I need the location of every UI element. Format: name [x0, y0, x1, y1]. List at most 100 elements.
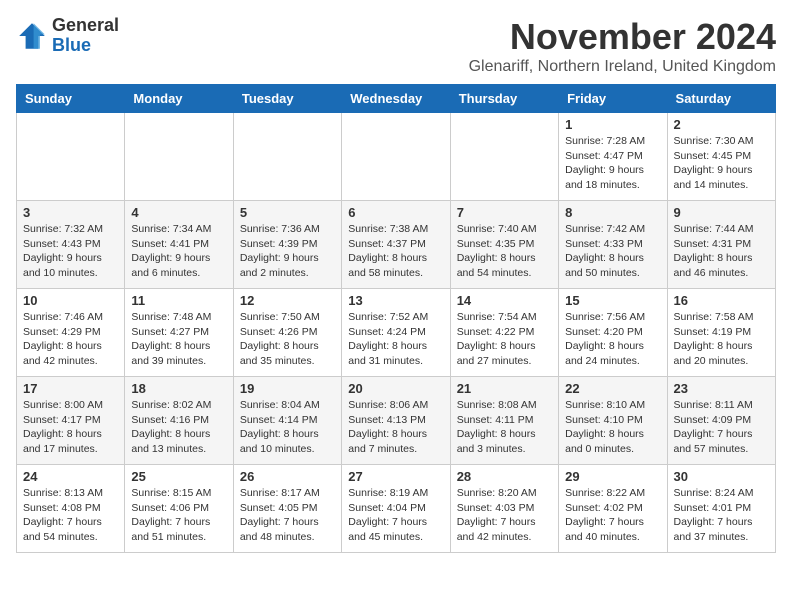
month-title: November 2024 [469, 16, 776, 58]
calendar-cell: 13Sunrise: 7:52 AM Sunset: 4:24 PM Dayli… [342, 289, 450, 377]
day-number: 14 [457, 293, 552, 308]
day-detail: Sunrise: 8:02 AM Sunset: 4:16 PM Dayligh… [131, 398, 226, 457]
day-detail: Sunrise: 8:20 AM Sunset: 4:03 PM Dayligh… [457, 486, 552, 545]
calendar-week-2: 3 Sunrise: 7:32 AM Sunset: 4:43 PM Daylig… [17, 201, 776, 289]
logo-blue: Blue [52, 35, 91, 55]
day-number: 19 [240, 381, 335, 396]
header-monday: Monday [125, 85, 233, 113]
day-number: 24 [23, 469, 118, 484]
day-detail: Sunrise: 8:00 AM Sunset: 4:17 PM Dayligh… [23, 398, 118, 457]
day-number: 26 [240, 469, 335, 484]
day-detail: Sunrise: 7:28 AM Sunset: 4:47 PM Dayligh… [565, 134, 660, 193]
day-detail: Sunrise: 8:11 AM Sunset: 4:09 PM Dayligh… [674, 398, 769, 457]
header-wednesday: Wednesday [342, 85, 450, 113]
day-number: 18 [131, 381, 226, 396]
calendar-cell: 15 Sunrise: 7:56 AM Sunset: 4:20 PM Dayli… [559, 289, 667, 377]
day-number: 17 [23, 381, 118, 396]
calendar-cell: 18 Sunrise: 8:02 AM Sunset: 4:16 PM Dayli… [125, 377, 233, 465]
calendar-cell: 23 Sunrise: 8:11 AM Sunset: 4:09 PM Dayli… [667, 377, 775, 465]
calendar-cell: 5 Sunrise: 7:36 AM Sunset: 4:39 PM Daylig… [233, 201, 341, 289]
logo: General Blue [16, 16, 119, 56]
day-number: 2 [674, 117, 769, 132]
calendar-cell: 24 Sunrise: 8:13 AM Sunset: 4:08 PM Dayli… [17, 465, 125, 553]
day-number: 16 [674, 293, 769, 308]
header-thursday: Thursday [450, 85, 558, 113]
calendar-cell [450, 113, 558, 201]
calendar-cell: 9Sunrise: 7:44 AM Sunset: 4:31 PM Daylig… [667, 201, 775, 289]
calendar-cell: 27 Sunrise: 8:19 AM Sunset: 4:04 PM Dayli… [342, 465, 450, 553]
day-number: 12 [240, 293, 335, 308]
calendar-cell: 17 Sunrise: 8:00 AM Sunset: 4:17 PM Dayli… [17, 377, 125, 465]
calendar-cell: 22 Sunrise: 8:10 AM Sunset: 4:10 PM Dayli… [559, 377, 667, 465]
calendar-week-4: 17 Sunrise: 8:00 AM Sunset: 4:17 PM Dayli… [17, 377, 776, 465]
day-number: 30 [674, 469, 769, 484]
day-number: 11 [131, 293, 226, 308]
day-detail: Sunrise: 8:22 AM Sunset: 4:02 PM Dayligh… [565, 486, 660, 545]
calendar-cell: 28 Sunrise: 8:20 AM Sunset: 4:03 PM Dayli… [450, 465, 558, 553]
day-detail: Sunrise: 8:13 AM Sunset: 4:08 PM Dayligh… [23, 486, 118, 545]
day-detail: Sunrise: 7:34 AM Sunset: 4:41 PM Dayligh… [131, 222, 226, 281]
day-number: 8 [565, 205, 660, 220]
header-tuesday: Tuesday [233, 85, 341, 113]
calendar-cell: 29 Sunrise: 8:22 AM Sunset: 4:02 PM Dayli… [559, 465, 667, 553]
day-number: 7 [457, 205, 552, 220]
day-detail: Sunrise: 7:46 AM Sunset: 4:29 PM Dayligh… [23, 310, 118, 369]
calendar-cell: 3 Sunrise: 7:32 AM Sunset: 4:43 PM Daylig… [17, 201, 125, 289]
day-detail: Sunrise: 8:10 AM Sunset: 4:10 PM Dayligh… [565, 398, 660, 457]
day-detail: Sunrise: 8:24 AM Sunset: 4:01 PM Dayligh… [674, 486, 769, 545]
header-saturday: Saturday [667, 85, 775, 113]
day-number: 4 [131, 205, 226, 220]
day-detail: Sunrise: 7:40 AM Sunset: 4:35 PM Dayligh… [457, 222, 552, 281]
day-detail: Sunrise: 7:38 AM Sunset: 4:37 PM Dayligh… [348, 222, 443, 281]
day-detail: Sunrise: 7:48 AM Sunset: 4:27 PM Dayligh… [131, 310, 226, 369]
day-number: 3 [23, 205, 118, 220]
day-detail: Sunrise: 7:54 AM Sunset: 4:22 PM Dayligh… [457, 310, 552, 369]
calendar-cell: 14 Sunrise: 7:54 AM Sunset: 4:22 PM Dayli… [450, 289, 558, 377]
calendar-cell: 8 Sunrise: 7:42 AM Sunset: 4:33 PM Daylig… [559, 201, 667, 289]
day-detail: Sunrise: 7:36 AM Sunset: 4:39 PM Dayligh… [240, 222, 335, 281]
calendar-cell: 21Sunrise: 8:08 AM Sunset: 4:11 PM Dayli… [450, 377, 558, 465]
calendar-cell: 11 Sunrise: 7:48 AM Sunset: 4:27 PM Dayli… [125, 289, 233, 377]
day-number: 1 [565, 117, 660, 132]
calendar-cell: 10 Sunrise: 7:46 AM Sunset: 4:29 PM Dayli… [17, 289, 125, 377]
calendar-cell [233, 113, 341, 201]
day-number: 13 [348, 293, 443, 308]
calendar-cell: 20 Sunrise: 8:06 AM Sunset: 4:13 PM Dayli… [342, 377, 450, 465]
day-number: 5 [240, 205, 335, 220]
calendar-table: SundayMondayTuesdayWednesdayThursdayFrid… [16, 84, 776, 553]
day-number: 23 [674, 381, 769, 396]
day-number: 20 [348, 381, 443, 396]
day-number: 27 [348, 469, 443, 484]
page-header: General Blue November 2024 Glenariff, No… [16, 16, 776, 76]
location-subtitle: Glenariff, Northern Ireland, United King… [469, 58, 776, 76]
day-detail: Sunrise: 8:17 AM Sunset: 4:05 PM Dayligh… [240, 486, 335, 545]
day-detail: Sunrise: 8:19 AM Sunset: 4:04 PM Dayligh… [348, 486, 443, 545]
day-number: 28 [457, 469, 552, 484]
day-detail: Sunrise: 7:32 AM Sunset: 4:43 PM Dayligh… [23, 222, 118, 281]
calendar-cell: 2 Sunrise: 7:30 AM Sunset: 4:45 PM Daylig… [667, 113, 775, 201]
day-detail: Sunrise: 8:15 AM Sunset: 4:06 PM Dayligh… [131, 486, 226, 545]
day-number: 22 [565, 381, 660, 396]
calendar-week-5: 24 Sunrise: 8:13 AM Sunset: 4:08 PM Dayli… [17, 465, 776, 553]
calendar-cell: 12Sunrise: 7:50 AM Sunset: 4:26 PM Dayli… [233, 289, 341, 377]
day-detail: Sunrise: 7:30 AM Sunset: 4:45 PM Dayligh… [674, 134, 769, 193]
day-number: 15 [565, 293, 660, 308]
logo-text: General Blue [52, 16, 119, 56]
day-detail: Sunrise: 7:44 AM Sunset: 4:31 PM Dayligh… [674, 222, 769, 281]
day-detail: Sunrise: 8:06 AM Sunset: 4:13 PM Dayligh… [348, 398, 443, 457]
day-number: 25 [131, 469, 226, 484]
day-number: 10 [23, 293, 118, 308]
calendar-cell: 25 Sunrise: 8:15 AM Sunset: 4:06 PM Dayli… [125, 465, 233, 553]
calendar-week-1: 1 Sunrise: 7:28 AM Sunset: 4:47 PM Daylig… [17, 113, 776, 201]
calendar-cell: 26 Sunrise: 8:17 AM Sunset: 4:05 PM Dayli… [233, 465, 341, 553]
calendar-cell: 16 Sunrise: 7:58 AM Sunset: 4:19 PM Dayli… [667, 289, 775, 377]
day-detail: Sunrise: 7:42 AM Sunset: 4:33 PM Dayligh… [565, 222, 660, 281]
logo-icon [16, 20, 48, 52]
day-detail: Sunrise: 7:56 AM Sunset: 4:20 PM Dayligh… [565, 310, 660, 369]
day-number: 29 [565, 469, 660, 484]
day-number: 21 [457, 381, 552, 396]
calendar-header-row: SundayMondayTuesdayWednesdayThursdayFrid… [17, 85, 776, 113]
day-detail: Sunrise: 7:58 AM Sunset: 4:19 PM Dayligh… [674, 310, 769, 369]
calendar-cell: 7 Sunrise: 7:40 AM Sunset: 4:35 PM Daylig… [450, 201, 558, 289]
calendar-cell: 4 Sunrise: 7:34 AM Sunset: 4:41 PM Daylig… [125, 201, 233, 289]
